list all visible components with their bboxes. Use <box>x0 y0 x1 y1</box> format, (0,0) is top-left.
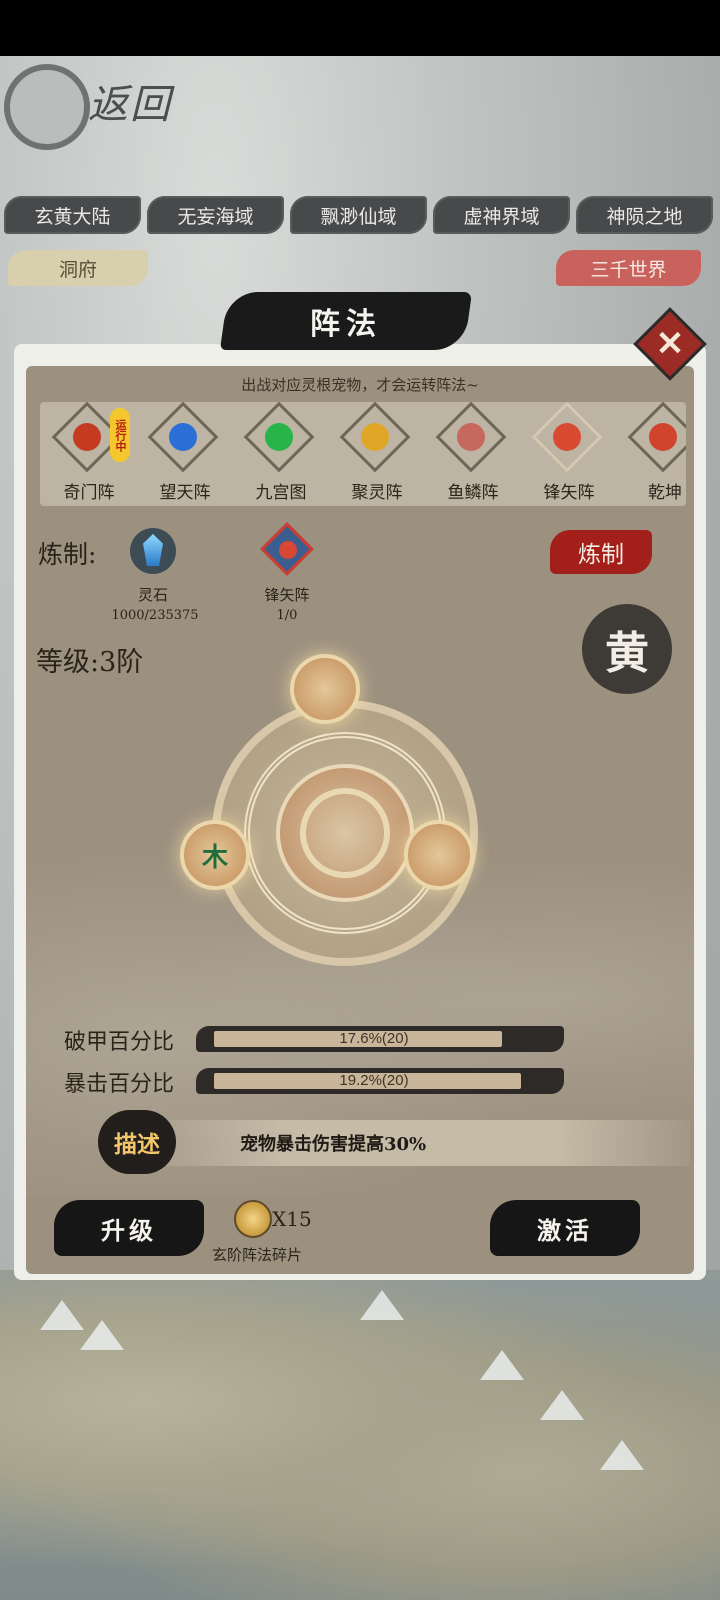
level-text: 等级:3阶 <box>36 647 144 678</box>
formation-icon <box>169 423 197 451</box>
formation-name: 九宫图 <box>255 483 307 503</box>
spirit-stone-count: 1000/235375 <box>111 608 199 623</box>
grade-badge: 黄 <box>582 604 672 694</box>
formation-item[interactable]: 鱼鳞阵 <box>424 402 522 506</box>
hint-text: 出战对应灵根宠物，才会运转阵法~ <box>241 376 479 394</box>
tab-region[interactable]: 玄黄大陆 <box>4 196 141 234</box>
formation-icon <box>457 423 485 451</box>
mountain-icon <box>80 1320 124 1350</box>
close-icon[interactable]: ✕ <box>644 318 696 370</box>
mountain-icon <box>600 1440 644 1470</box>
dialog-title: 阵法 <box>310 307 382 342</box>
tab-region[interactable]: 神陨之地 <box>576 196 713 234</box>
description-badge: 描述 <box>98 1110 176 1174</box>
formation-icon <box>361 423 389 451</box>
formation-item[interactable]: 运行中 奇门阵 <box>40 402 138 506</box>
status-bar <box>0 0 720 56</box>
stat-value-armor: 17.6%(20) <box>339 1030 409 1047</box>
upgrade-button[interactable]: 升级 <box>54 1200 204 1256</box>
taiji-icon <box>300 788 390 878</box>
formation-name: 奇门阵 <box>63 483 115 503</box>
formation-icon <box>265 423 293 451</box>
cost-item-name: 玄阶阵法碎片 <box>212 1246 303 1264</box>
fragment-count: 1/0 <box>276 608 298 623</box>
formation-item[interactable]: 聚灵阵 <box>328 402 426 506</box>
formation-item[interactable]: 望天阵 <box>136 402 234 506</box>
background-map <box>0 1270 720 1600</box>
wood-label: 木 <box>201 842 228 873</box>
fragment-name: 锋矢阵 <box>264 586 310 604</box>
active-badge: 运行中 <box>110 408 130 462</box>
tab-region[interactable]: 飘渺仙域 <box>290 196 427 234</box>
cost-quantity: X15 <box>272 1207 312 1231</box>
activate-button[interactable]: 激活 <box>490 1200 640 1256</box>
world-button[interactable]: 三千世界 <box>556 250 701 286</box>
mountain-icon <box>540 1390 584 1420</box>
wood-node[interactable]: 木 <box>180 820 250 890</box>
tab-region[interactable]: 无妄海域 <box>147 196 284 234</box>
mountain-icon <box>480 1350 524 1380</box>
fragment-core <box>279 541 297 559</box>
stat-label-armor: 破甲百分比 <box>64 1030 175 1055</box>
tab-region[interactable]: 虚神界域 <box>433 196 570 234</box>
yin-yang-icon <box>4 64 90 150</box>
cave-button[interactable]: 洞府 <box>8 250 148 286</box>
spirit-stone-name: 灵石 <box>137 586 168 604</box>
formation-icon <box>553 423 581 451</box>
formation-name: 聚灵阵 <box>351 483 403 503</box>
formation-item[interactable]: 锋矢阵 <box>520 402 618 506</box>
mountain-icon <box>360 1290 404 1320</box>
formation-name: 鱼鳞阵 <box>447 483 499 503</box>
formation-name: 望天阵 <box>159 483 211 503</box>
stat-label-crit: 暴击百分比 <box>64 1072 175 1097</box>
back-button[interactable]: 返回 <box>0 58 190 163</box>
phoenix-icon <box>73 423 101 451</box>
formation-item[interactable]: 乾坤 <box>616 402 686 506</box>
coin-icon <box>234 1200 272 1238</box>
formation-list: 运行中 奇门阵 望天阵 九宫图 聚灵阵 鱼鳞阵 锋矢阵 乾坤 <box>40 402 686 506</box>
diagram-node[interactable] <box>290 654 360 724</box>
back-label: 返回 <box>88 82 172 128</box>
formation-icon <box>649 423 677 451</box>
formation-name: 锋矢阵 <box>543 483 595 503</box>
diagram-node[interactable] <box>404 820 474 890</box>
formation-item[interactable]: 九宫图 <box>232 402 330 506</box>
formation-name: 乾坤 <box>648 483 682 503</box>
region-tabs: 玄黄大陆 无妄海域 飘渺仙域 虚神界域 神陨之地 <box>4 196 720 236</box>
refine-label: 炼制: <box>38 540 97 569</box>
mountain-icon <box>40 1300 84 1330</box>
description-text: 宠物暴击伤害提高30% <box>240 1134 427 1155</box>
refine-button[interactable]: 炼制 <box>550 530 652 574</box>
stat-value-crit: 19.2%(20) <box>339 1072 409 1089</box>
